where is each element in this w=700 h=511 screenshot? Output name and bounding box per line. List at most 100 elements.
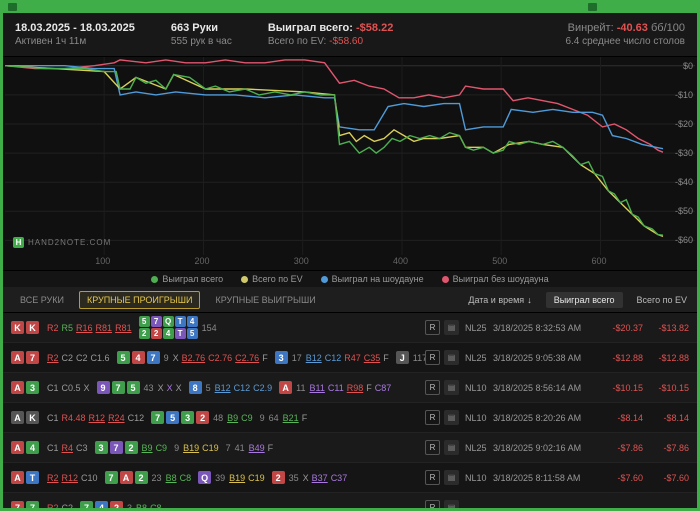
card: 4 xyxy=(131,351,145,364)
action-sequence: B8 C8 xyxy=(136,503,165,509)
date-range: 18.03.2025 - 18.03.2025 xyxy=(15,22,135,34)
hand-history-icon[interactable]: ▤ xyxy=(444,350,459,365)
card: 7 xyxy=(151,411,165,424)
sort-header[interactable]: Выиграл всего xyxy=(545,291,623,308)
stake-label: NL25 xyxy=(465,442,487,453)
filter-toolbar: ВСЕ РУКИ КРУПНЫЕ ПРОИГРЫШИ КРУПНЫЕ ВЫИГРЫШ… xyxy=(3,287,697,313)
action-token: B19 xyxy=(229,472,246,483)
action-token: R2 xyxy=(47,322,59,333)
hand-row[interactable]: K K R2 R5 R16 R81 R81 5 7 Q T 4 2 2 4 T 5 154 R ▤ NL25 3/18/2… xyxy=(3,313,697,343)
x-axis-label: 500 xyxy=(492,256,508,266)
action-token: R2 xyxy=(47,472,59,483)
hand-history-icon[interactable]: ▤ xyxy=(444,500,459,508)
action-token: X xyxy=(166,382,173,393)
card: A xyxy=(11,471,24,484)
hand-row[interactable]: A T R2 R12 C10 7 A 2 23 B8 C8 Q 39 B19 C19 2 35 X B37 C37 R ▤… xyxy=(3,463,697,493)
action-token: F xyxy=(383,352,389,363)
hand-history-icon[interactable]: ▤ xyxy=(444,410,459,425)
action-token: C3 xyxy=(76,442,88,453)
action-token: C2 xyxy=(61,502,74,509)
run-it-twice-boards: 57QT4224T5 xyxy=(138,316,198,339)
stat-winrate: Винрейт: -40.63 бб/100 6.4 среднее число… xyxy=(565,22,685,47)
pot-size: 9 xyxy=(163,352,169,363)
card: K xyxy=(11,321,24,334)
hand-row[interactable]: A K C1 R4.48 R12 R24 C12 7 5 3 2 48 B9 C9 9 64 B21 F R ▤ NL1… xyxy=(3,403,697,433)
replayer-button[interactable]: R xyxy=(425,380,440,395)
legend-item: Выиграл без шоудауна xyxy=(441,274,549,284)
card: 4 xyxy=(95,501,109,508)
action-token: X xyxy=(302,472,309,483)
replayer-button[interactable]: R xyxy=(425,320,440,335)
tab-inactive[interactable]: КРУПНЫЕ ВЫИГРЫШИ xyxy=(208,292,322,308)
action-token: R4.48 xyxy=(61,412,86,423)
replayer-button[interactable]: R xyxy=(425,470,440,485)
action-sequence: C1 R4 C3 xyxy=(47,443,91,453)
pot-size: 64 xyxy=(268,412,279,423)
board-cards: Q xyxy=(198,471,212,484)
sort-header[interactable]: Дата и время ↓ xyxy=(468,295,531,305)
x-axis-label: 600 xyxy=(591,256,607,266)
hand-won-amount: -$7.86 xyxy=(617,442,643,453)
hand-row[interactable]: 7 7 R2 C2 7 4 2 3 B8 C8 R ▤ xyxy=(3,493,697,508)
card: A xyxy=(11,441,24,454)
pot-size: 17 xyxy=(291,352,302,363)
legend-item: Выиграл всего xyxy=(151,274,223,284)
hand-ev-amount: -$10.15 xyxy=(658,382,689,393)
action-token: R98 xyxy=(346,382,364,393)
hand-history-icon[interactable]: ▤ xyxy=(444,470,459,485)
action-token: R47 xyxy=(344,352,361,363)
tabs-host: ВСЕ РУКИ КРУПНЫЕ ПРОИГРЫШИ КРУПНЫЕ ВЫИГРЫШ… xyxy=(13,290,323,309)
hand-row[interactable]: A 7 R2 C2 C2 C1.6 5 4 7 9 X B2.76 C2.76 C2.76 F 3 17 B12 C… xyxy=(3,343,697,373)
hand-history-icon[interactable]: ▤ xyxy=(444,380,459,395)
action-token: B12 xyxy=(305,352,322,363)
tab-inactive[interactable]: ВСЕ РУКИ xyxy=(13,292,71,308)
action-token: X xyxy=(172,352,179,363)
pot-size: 48 xyxy=(213,412,224,423)
hand-row[interactable]: A 3 C1 C0.5 X 9 7 5 43 X X X 8 5 B12 C12 C2.9 A 11 B11 C11 R9… xyxy=(3,373,697,403)
hand-row[interactable]: A 4 C1 R4 C3 3 7 2 B9 C9 9 B19 C19 7 41 B49 F R ▤ NL25 3/18/… xyxy=(3,433,697,463)
sort-header[interactable]: Всего по EV xyxy=(637,295,687,305)
action-token: R16 xyxy=(76,322,93,333)
replayer-button[interactable]: R xyxy=(425,350,440,365)
card: 5 xyxy=(126,381,140,394)
action-token: C11 xyxy=(327,382,344,393)
card: 8 xyxy=(188,381,202,394)
hand-history-icon[interactable]: ▤ xyxy=(444,440,459,455)
card: T xyxy=(26,471,39,484)
action-sequence: B9 C9 xyxy=(227,413,256,423)
y-axis-label: -$50 xyxy=(674,206,693,217)
hands-table: K K R2 R5 R16 R81 R81 5 7 Q T 4 2 2 4 T 5 154 R ▤ NL25 3/18/2… xyxy=(3,313,697,508)
board-cards: 975 xyxy=(96,381,140,394)
action-token: F xyxy=(301,412,308,423)
tab-active[interactable]: КРУПНЫЕ ПРОИГРЫШИ xyxy=(78,290,201,309)
replayer-button[interactable]: R xyxy=(425,500,440,508)
pot-size: 5 xyxy=(205,382,211,393)
card: 7 xyxy=(26,501,39,508)
hand-won-amount: -$10.15 xyxy=(612,382,643,393)
legend-label: Выиграл без шоудауна xyxy=(452,274,549,284)
action-token: B8 xyxy=(136,502,148,509)
action-token: R12 xyxy=(61,472,79,483)
action-token: X xyxy=(157,382,164,393)
board-cards: 742 xyxy=(80,501,124,508)
action-sequence: X B2.76 C2.76 C2.76 F xyxy=(173,353,271,363)
hand-history-icon[interactable]: ▤ xyxy=(444,320,459,335)
hand-datetime: 3/18/2025 8:11:58 AM xyxy=(493,472,581,483)
action-token: C2.76 xyxy=(235,352,260,363)
titlebar-button-icon[interactable] xyxy=(588,3,597,11)
replayer-button[interactable]: R xyxy=(425,440,440,455)
watermark-text: HAND2NOTE.COM xyxy=(28,238,112,247)
stat-hands: 663 Руки 555 рук в час xyxy=(171,22,232,47)
hole-cards: KK xyxy=(11,321,47,334)
stake-label: NL10 xyxy=(465,382,487,393)
legend-dot-icon xyxy=(151,275,159,283)
board-cards: 2 xyxy=(271,471,285,484)
replayer-button[interactable]: R xyxy=(425,410,440,425)
ev-total-label: Всего по EV: xyxy=(267,36,327,47)
card: 5 xyxy=(116,351,130,364)
action-token: B37 xyxy=(311,472,328,483)
hole-cards: 77 xyxy=(11,501,47,508)
pot-size: 9 xyxy=(259,412,265,423)
action-token: B9 xyxy=(141,442,153,453)
hand-won-amount: -$7.60 xyxy=(617,472,643,483)
